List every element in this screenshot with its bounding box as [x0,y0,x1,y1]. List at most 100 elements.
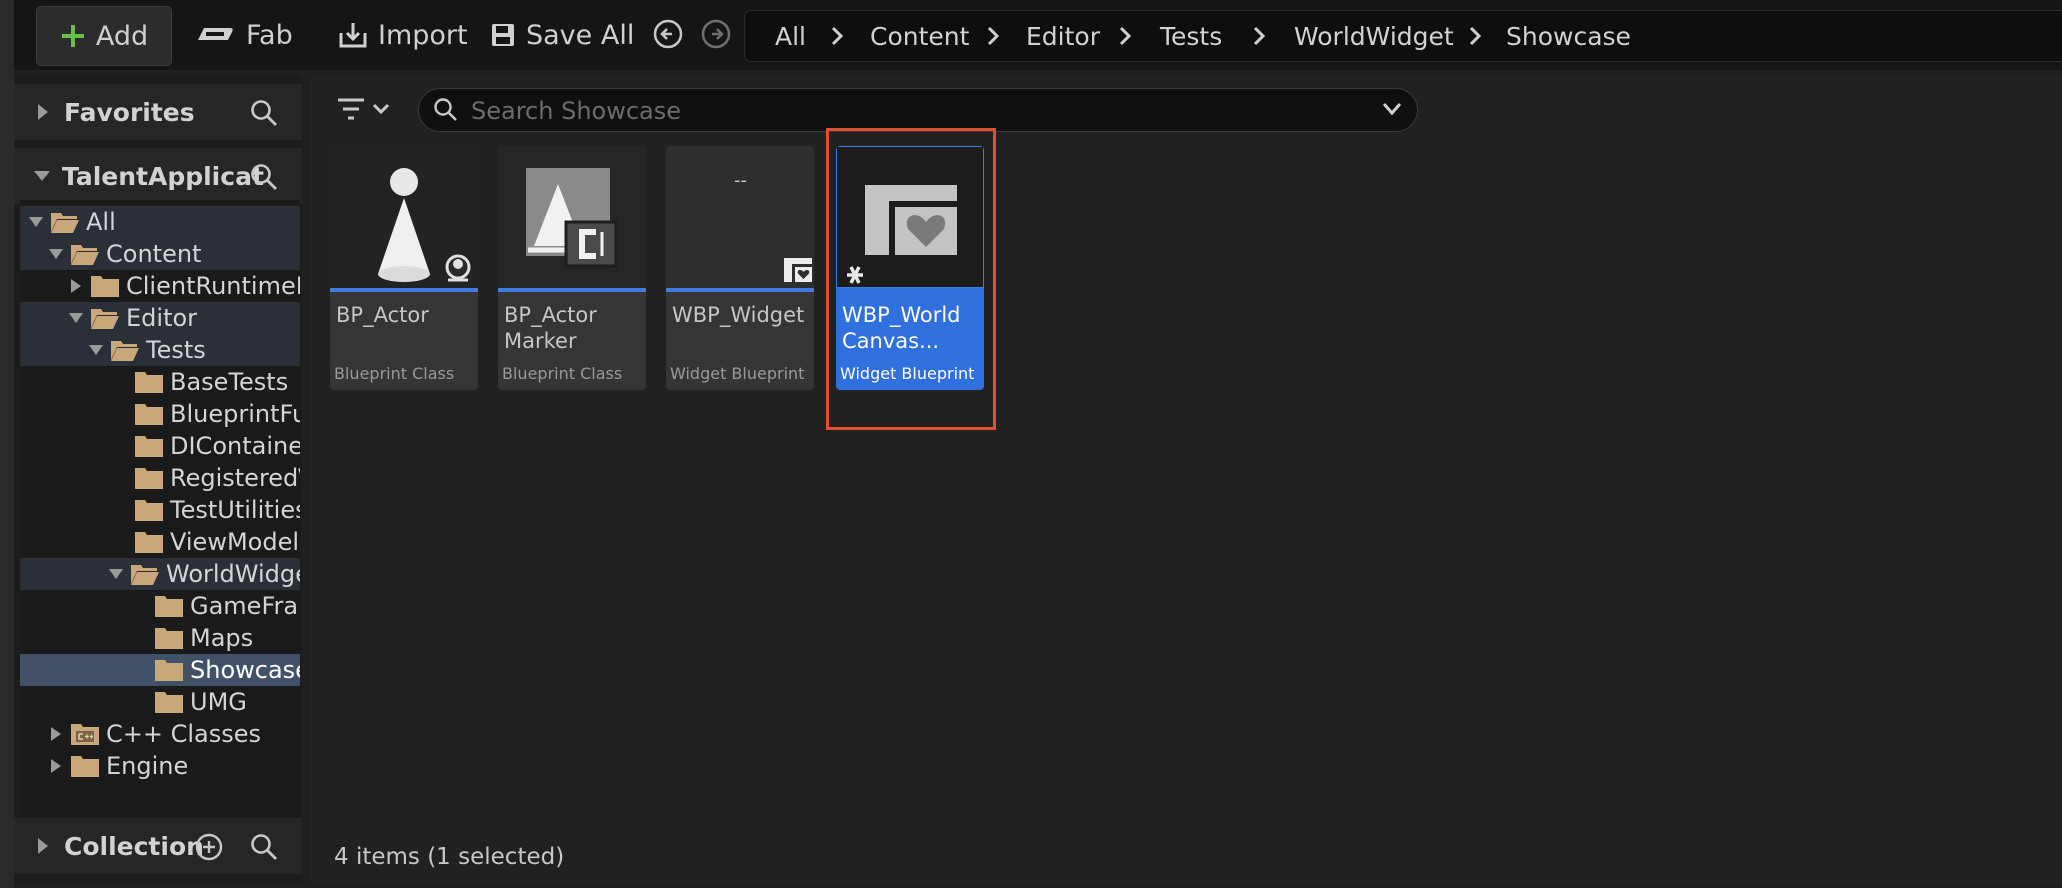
caret-right-icon [38,838,48,854]
caret-right-icon [71,279,81,293]
tree-item-umg[interactable]: UMG [20,686,300,718]
tree-item-cpp-classes[interactable]: C++ Classes [20,718,300,750]
tree-item-registered[interactable]: Registered\ [20,462,300,494]
import-icon [338,21,368,49]
asset-name: BP_Actor [336,303,429,327]
folder-open-icon [71,245,99,265]
tree-item-viewmodel[interactable]: ViewModel [20,526,300,558]
folder-icon [155,628,183,649]
tree-label: Engine [106,752,189,780]
asset-thumbnail [498,146,646,288]
blueprint-class-bar [498,288,646,292]
folder-icon [135,468,163,489]
asset-type: Blueprint Class [502,364,623,383]
save-all-label: Save All [526,19,635,51]
blueprint-class-bar [330,288,478,292]
tree-item-dicontainer[interactable]: DIContaine [20,430,300,462]
folder-icon [135,404,163,425]
tree-label: WorldWidge [166,560,300,588]
project-section-header[interactable]: TalentApplicat [14,148,302,204]
tree-label: BaseTests [170,368,289,396]
caret-down-icon [29,217,43,227]
asset-type: Widget Blueprint [670,364,805,383]
breadcrumb-item-tests[interactable]: Tests [1160,22,1222,51]
folder-icon [91,276,119,297]
import-label: Import [378,19,468,51]
tree-item-testutilities[interactable]: TestUtilities [20,494,300,526]
asset-tile-wbp-widget[interactable]: -- WBP_Widget Widget Blueprint [666,146,814,390]
tree-item-tests[interactable]: Tests [20,334,300,366]
tree-label: Content [106,240,202,268]
search-input[interactable]: Search Showcase [418,88,1418,132]
project-label: TalentApplicat [62,161,264,191]
filter-button[interactable] [334,92,398,128]
tree-item-engine[interactable]: Engine [20,750,300,782]
highlight-outline [826,128,996,430]
asset-tile-bp-actor[interactable]: BP_Actor Blueprint Class [330,146,478,390]
save-all-button[interactable]: Save All [490,6,634,64]
caret-down-icon [89,345,103,355]
chevron-right-icon [1469,26,1482,46]
tree-item-worldwidget[interactable]: WorldWidge [20,558,300,590]
tree-item-basetests[interactable]: BaseTests [20,366,300,398]
search-icon[interactable] [250,833,278,861]
folder-open-icon [91,309,119,329]
import-button[interactable]: Import [338,6,468,64]
cpp-actor-icon [526,168,618,268]
add-button[interactable]: Add [36,6,172,66]
chevron-right-icon [1119,26,1132,46]
collection-section-header[interactable]: Collection [14,818,302,874]
breadcrumb-item-content[interactable]: Content [870,22,969,51]
asset-tile-bp-actor-marker[interactable]: BP_Actor Marker Blueprint Class [498,146,646,390]
asset-thumbnail: -- [666,146,814,288]
search-icon[interactable] [250,163,278,191]
item-count-status: 4 items (1 selected) [334,844,565,870]
folder-icon [71,756,99,777]
actor-cone-icon [378,168,471,282]
save-icon [490,22,516,48]
folder-open-icon [111,341,139,361]
caret-down-icon [34,171,50,181]
breadcrumb-item-all[interactable]: All [775,22,806,51]
tree-label: BlueprintFu [170,400,300,428]
history-back-button[interactable] [652,18,684,50]
fab-button[interactable]: Fab [194,6,293,64]
cpp-folder-icon [71,724,99,745]
search-icon[interactable] [250,99,278,127]
favorites-section-header[interactable]: Favorites [14,84,302,140]
folder-icon [135,372,163,393]
chevron-right-icon [987,26,1000,46]
breadcrumb-item-showcase[interactable]: Showcase [1506,22,1631,51]
tree-label: All [86,208,116,236]
tree-item-content[interactable]: Content [20,238,300,270]
folder-icon [155,596,183,617]
tree-label: DIContaine [170,432,300,460]
add-circle-icon[interactable] [194,832,224,862]
caret-down-icon [69,313,83,323]
tree-item-all[interactable]: All [20,206,300,238]
folder-open-icon [131,565,159,585]
tree-item-editor[interactable]: Editor [20,302,300,334]
asset-type: Blueprint Class [334,364,455,383]
breadcrumb-item-worldwidget[interactable]: WorldWidget [1294,22,1454,51]
breadcrumb-item-editor[interactable]: Editor [1026,22,1100,51]
tree-label: GameFra [190,592,299,620]
asset-name: BP_Actor Marker [504,303,597,353]
collection-label: Collection [64,831,204,861]
asset-name: WBP_Widget [672,303,805,327]
folder-icon [155,692,183,713]
caret-down-icon [49,249,63,259]
tree-item-blueprintfu[interactable]: BlueprintFu [20,398,300,430]
tree-item-gameframework[interactable]: GameFra [20,590,300,622]
tree-item-maps[interactable]: Maps [20,622,300,654]
tree-item-clientruntime[interactable]: ClientRuntimeM [20,270,300,302]
tree-label: UMG [190,688,247,716]
caret-right-icon [51,759,61,773]
tree-label: ViewModel [170,528,300,556]
folder-open-icon [51,213,79,233]
history-forward-button[interactable] [700,18,732,50]
chevron-down-icon[interactable] [1381,101,1403,117]
tree-item-showcase[interactable]: Showcase [20,654,300,686]
plus-icon [60,23,86,49]
left-edge-strip [0,0,14,888]
